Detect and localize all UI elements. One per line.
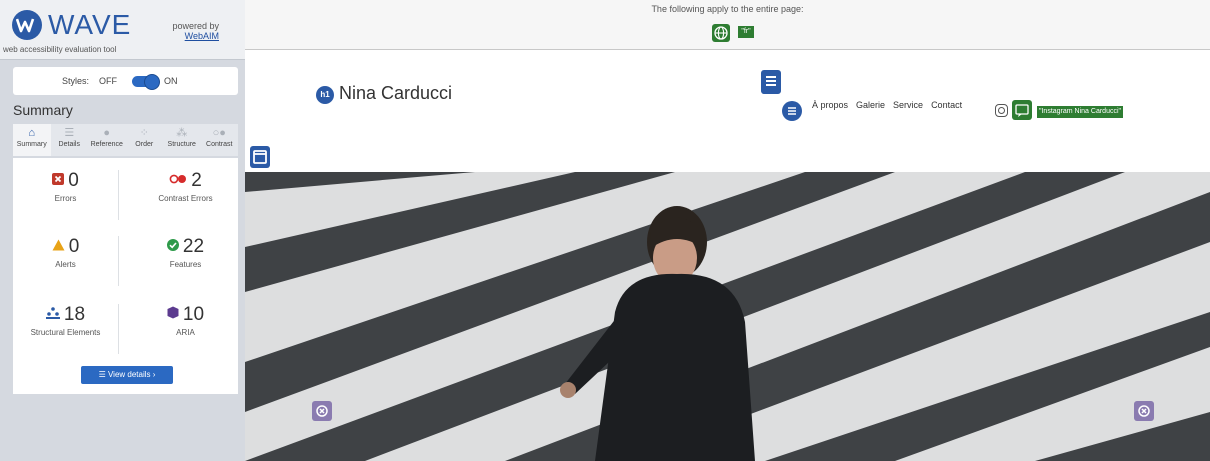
home-icon: ⌂	[28, 127, 36, 139]
summary-title: Summary	[13, 102, 73, 118]
contrast-error-icon	[169, 174, 187, 184]
instagram-icon[interactable]	[995, 104, 1008, 117]
view-details-button[interactable]: ☰ View details ›	[81, 366, 173, 384]
tab-structure[interactable]: ⁂ Structure	[163, 124, 201, 156]
view-details-label: View details ›	[107, 370, 156, 379]
aria-label: ARIA	[176, 328, 195, 337]
webaim-link[interactable]: WebAIM	[185, 31, 219, 41]
h1-badge-icon[interactable]: h1	[316, 86, 334, 104]
alerts-count: 0	[68, 236, 80, 257]
divider	[118, 304, 119, 354]
summary-stats-panel: 0 Errors 2 Contrast Errors 0 Alerts 22 F…	[13, 158, 238, 394]
stat-alerts[interactable]: 0 Alerts	[13, 236, 118, 269]
navigation-region-icon[interactable]	[761, 70, 781, 94]
stat-structural-elements[interactable]: 18 Structural Elements	[13, 304, 118, 337]
tab-summary[interactable]: ⌂ Summary	[13, 124, 51, 156]
styles-on-label: ON	[164, 76, 178, 86]
nav-item-contact[interactable]: Contact	[931, 100, 962, 110]
wave-header: WAVE web accessibility evaluation tool p…	[0, 0, 245, 60]
wave-sidebar: WAVE web accessibility evaluation tool p…	[0, 0, 245, 461]
wave-tabs: ⌂ Summary ☰ Details ● Reference ⁘ Order …	[13, 124, 238, 156]
info-icon: ●	[103, 127, 111, 139]
stat-features[interactable]: 22 Features	[133, 236, 238, 269]
error-icon	[52, 172, 65, 185]
list-icon: ☰	[64, 127, 75, 139]
styles-off-label: OFF	[99, 76, 117, 86]
stat-errors[interactable]: 0 Errors	[13, 170, 118, 203]
unordered-list-icon[interactable]	[782, 101, 802, 121]
tab-label: Contrast	[206, 141, 233, 148]
wave-logo-text: WAVE	[48, 9, 132, 40]
errors-count: 0	[68, 170, 79, 191]
features-count: 22	[182, 236, 205, 257]
wave-logo-icon	[12, 10, 42, 40]
aria-count: 10	[182, 304, 205, 325]
styles-label: Styles:	[62, 76, 90, 86]
language-tag: "fr"	[738, 26, 754, 38]
tab-contrast[interactable]: ○● Contrast	[201, 124, 239, 156]
powered-by-label: powered by	[172, 21, 219, 31]
feature-check-icon	[166, 238, 179, 251]
header-region-icon[interactable]	[250, 146, 270, 168]
alt-text-tag: "Instagram Nina Carducci"	[1037, 106, 1124, 118]
structure-icon: ⁂	[176, 127, 188, 139]
image-warning-icon[interactable]	[312, 401, 332, 421]
alt-text-icon[interactable]	[1012, 100, 1032, 120]
structural-count: 18	[63, 304, 86, 325]
alerts-label: Alerts	[55, 260, 76, 269]
evaluated-page: The following apply to the entire page: …	[245, 0, 1210, 461]
powered-by: powered by WebAIM	[172, 21, 219, 41]
styles-toggle-switch[interactable]	[132, 74, 160, 90]
tab-label: Summary	[16, 141, 47, 148]
features-label: Features	[169, 260, 202, 269]
divider	[118, 170, 119, 220]
tab-label: Reference	[90, 141, 123, 148]
page-level-bar: The following apply to the entire page: …	[245, 0, 1210, 50]
structure-icon	[45, 307, 60, 319]
tab-order[interactable]: ⁘ Order	[126, 124, 164, 156]
nav-item-galerie[interactable]: Galerie	[856, 100, 885, 110]
errors-label: Errors	[54, 194, 77, 203]
structural-label: Structural Elements	[30, 328, 101, 337]
brand-name: Nina Carducci	[339, 83, 453, 103]
aria-cube-icon	[167, 306, 179, 319]
alert-icon	[52, 239, 65, 251]
main-nav: À propos Galerie Service Contact	[812, 100, 962, 110]
tab-label: Details	[58, 141, 80, 148]
tab-label: Order	[135, 141, 154, 148]
nav-item-a-propos[interactable]: À propos	[812, 100, 848, 110]
tab-details[interactable]: ☰ Details	[51, 124, 89, 156]
language-globe-icon[interactable]	[712, 24, 730, 42]
stat-contrast-errors[interactable]: 2 Contrast Errors	[133, 170, 238, 203]
nav-item-service[interactable]: Service	[893, 100, 923, 110]
crosswalk-photo	[245, 172, 1210, 461]
contrast-errors-label: Contrast Errors	[158, 194, 213, 203]
contrast-errors-count: 2	[191, 170, 202, 191]
contrast-icon: ○●	[212, 127, 226, 139]
list-icon: ☰	[98, 370, 108, 379]
image-warning-icon[interactable]	[1134, 401, 1154, 421]
hero-image	[245, 172, 1210, 461]
page-level-text: The following apply to the entire page:	[651, 4, 804, 14]
wave-logo-subtitle: web accessibility evaluation tool	[3, 45, 117, 54]
divider	[118, 236, 119, 286]
order-icon: ⁘	[139, 127, 149, 139]
tab-label: Structure	[167, 141, 196, 148]
styles-toggle-box: Styles: OFF ON	[13, 67, 238, 95]
tab-reference[interactable]: ● Reference	[88, 124, 126, 156]
stat-aria[interactable]: 10 ARIA	[133, 304, 238, 337]
